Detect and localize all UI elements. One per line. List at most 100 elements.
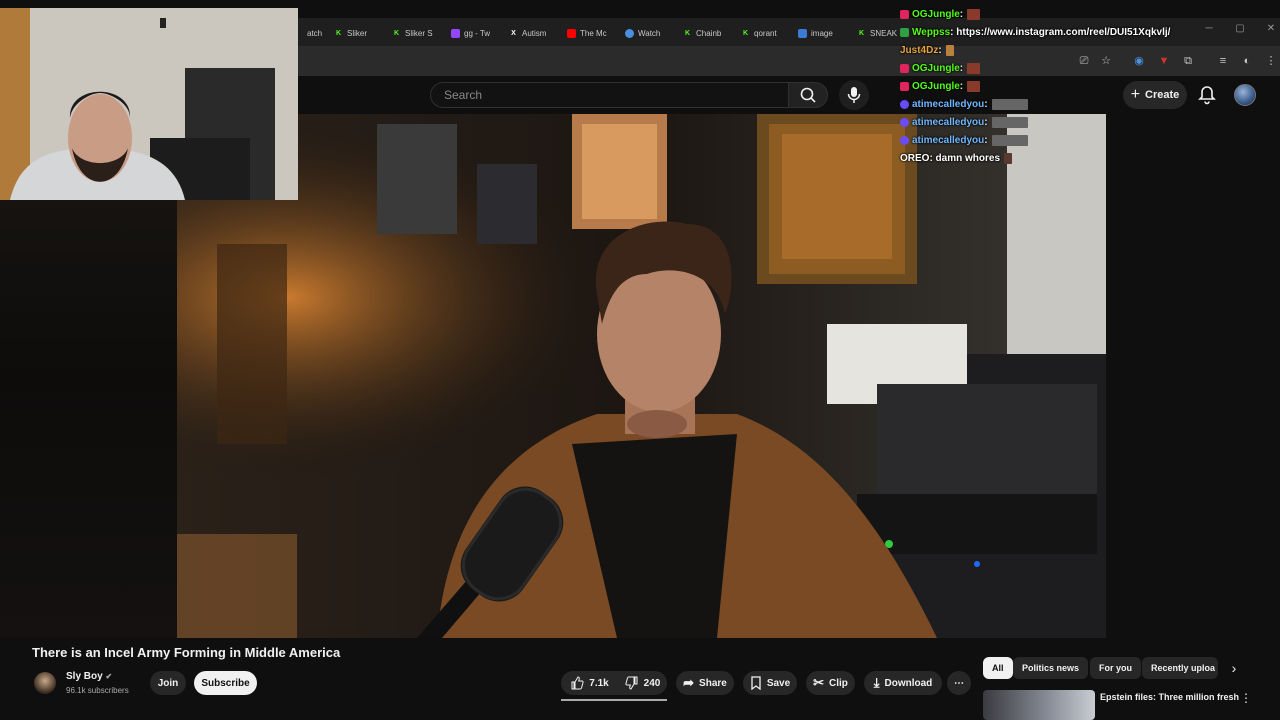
webcam-image: [0, 8, 298, 200]
user-badge-icon: [900, 63, 909, 73]
chat-message: OREO : damn whores: [900, 150, 1013, 166]
emote-icon: [991, 134, 1028, 146]
microphone-icon: [847, 87, 861, 103]
secondary-column: [1106, 114, 1280, 638]
chat-text: : https://www.instagram.com/reel/DUI51Xq…: [950, 26, 1171, 38]
chat-message: OGJungle :: [900, 60, 981, 76]
user-badge-icon: [900, 135, 909, 145]
chip-for-you[interactable]: For you: [1090, 657, 1141, 679]
chat-message: Weppss : https://www.instagram.com/reel/…: [900, 24, 1170, 40]
chat-username: Weppss: [912, 26, 951, 38]
chat-text: :: [938, 44, 942, 56]
browser-tab[interactable]: image: [798, 24, 833, 42]
chat-username: OGJungle: [912, 8, 960, 20]
more-vertical-icon[interactable]: ⋮: [1240, 692, 1252, 704]
video-side-area: [0, 200, 177, 638]
chat-username: atimecalledyou: [912, 98, 985, 110]
kick-icon: K: [335, 29, 342, 37]
user-badge-icon: [900, 117, 909, 127]
subscribe-button[interactable]: Subscribe: [194, 671, 257, 695]
channel-avatar[interactable]: [34, 672, 56, 694]
emote-icon: [991, 116, 1028, 128]
chat-username: atimecalledyou: [912, 134, 985, 146]
search-input[interactable]: Search: [430, 82, 788, 108]
more-horizontal-icon: ⋯: [954, 677, 964, 689]
browser-tab[interactable]: X Autism: [509, 24, 546, 42]
kick-icon: K: [858, 29, 865, 37]
recommended-title[interactable]: Epstein files: Three million fresh: [1100, 692, 1239, 702]
search-icon: [800, 87, 816, 103]
kick-icon: K: [684, 29, 691, 37]
like-button[interactable]: 7.1k: [561, 671, 618, 695]
voice-search-button[interactable]: [839, 80, 869, 110]
emote-icon: [967, 80, 981, 92]
save-button[interactable]: Save: [743, 671, 797, 695]
download-icon: ⤓: [873, 675, 880, 690]
video-player[interactable]: [177, 114, 1106, 638]
streamer-webcam: [0, 8, 298, 200]
chevron-right-icon[interactable]: ›: [1226, 660, 1242, 676]
user-badge-icon: [900, 99, 909, 109]
more-actions-button[interactable]: ⋯: [947, 671, 971, 695]
browser-tab[interactable]: Watch: [625, 24, 660, 42]
chat-text: :: [959, 8, 964, 20]
chat-text: :: [959, 62, 964, 74]
browser-tab[interactable]: gg - Tw: [451, 24, 490, 42]
x-icon: X: [511, 29, 516, 37]
twitch-icon: [451, 28, 460, 38]
chat-message: Just4Dz :: [900, 42, 954, 58]
chat-username: OGJungle: [912, 80, 960, 92]
search-button[interactable]: [788, 82, 828, 108]
chat-username: atimecalledyou: [912, 116, 985, 128]
user-badge-icon: [900, 81, 909, 91]
chat-message: OGJungle :: [900, 6, 981, 22]
share-button[interactable]: ➦ Share: [676, 671, 734, 695]
like-ratio-bar: [561, 699, 667, 701]
download-button[interactable]: ⤓ Download: [864, 671, 942, 695]
chat-text: :: [984, 116, 988, 128]
share-icon: ➦: [683, 675, 695, 690]
emote-icon: [967, 8, 981, 20]
browser-tab[interactable]: The Mc: [567, 24, 607, 42]
kick-icon: K: [393, 29, 400, 37]
browser-tab[interactable]: atch: [294, 24, 322, 42]
chat-message: atimecalledyou :: [900, 114, 1028, 130]
join-button[interactable]: Join: [150, 671, 186, 695]
browser-tab[interactable]: Kqorant: [741, 24, 777, 42]
video-title: There is an Incel Army Forming in Middle…: [32, 645, 341, 660]
recommended-thumbnail[interactable]: [983, 690, 1095, 720]
chat-text: :: [984, 98, 988, 110]
user-badge-icon: [900, 9, 909, 19]
dislike-button[interactable]: 240: [618, 671, 667, 695]
emote-icon: [1004, 152, 1013, 164]
chat-text: : damn whores: [929, 152, 1001, 164]
youtube-icon: [567, 28, 576, 38]
subscriber-count: 96.1k subscribers: [66, 686, 129, 695]
browser-tab[interactable]: K SNEAK: [857, 24, 897, 42]
user-badge-icon: [900, 27, 909, 37]
chat-message: atimecalledyou :: [900, 132, 1028, 148]
chat-username: OGJungle: [912, 62, 960, 74]
chat-message: atimecalledyou :: [900, 96, 1028, 112]
channel-name[interactable]: Sly Boy ✔: [66, 671, 112, 682]
browser-tab[interactable]: K Sliker: [334, 24, 367, 42]
scissors-icon: ✂: [813, 675, 824, 690]
emote-icon: [945, 44, 954, 56]
chip-politics-news[interactable]: Politics news: [1013, 657, 1089, 679]
chip-recently-uploaded[interactable]: Recently uploa: [1142, 657, 1218, 679]
clip-button[interactable]: ✂ Clip: [806, 671, 855, 695]
browser-tab[interactable]: K Chainb: [683, 24, 721, 42]
verified-icon: ✔: [105, 672, 113, 681]
chat-overlay: OGJungle : Weppss : https://www.instagra…: [900, 6, 1280, 166]
video-frame-image: [177, 114, 1106, 638]
browser-tab[interactable]: K Sliker S: [392, 24, 433, 42]
chip-all[interactable]: All: [983, 657, 1013, 679]
image-icon: [798, 28, 807, 38]
chat-text: :: [959, 80, 964, 92]
chat-username: Just4Dz: [900, 44, 939, 56]
thumbs-up-icon: [571, 676, 584, 690]
globe-icon: [625, 28, 634, 38]
kick-icon: K: [742, 29, 749, 37]
emote-icon: [991, 98, 1028, 110]
chat-text: :: [984, 134, 988, 146]
